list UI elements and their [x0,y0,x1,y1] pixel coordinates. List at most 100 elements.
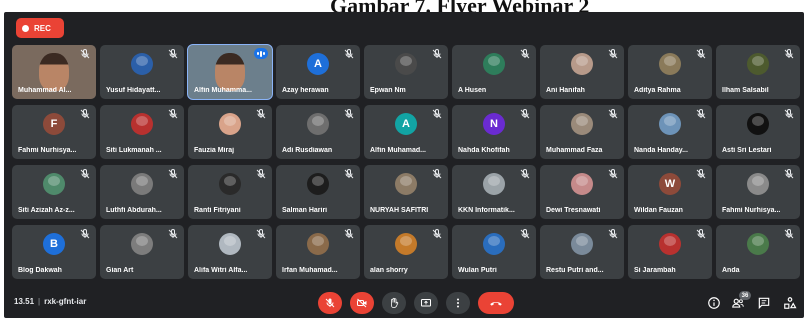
participant-tile[interactable]: Ilham Salsabil [716,45,800,99]
mic-off-icon [324,297,336,309]
participant-name: Fauzia Miraj [194,147,235,154]
participant-tile[interactable]: Si Jarambah [628,225,712,279]
participant-tile[interactable]: Anda [716,225,800,279]
participant-avatar [483,173,505,195]
participant-tile[interactable]: Luthfi Abdurah... [100,165,184,219]
participant-avatar [571,233,593,255]
record-dot-icon [22,24,29,32]
participant-tile[interactable]: alan shorry [364,225,448,279]
participant-name: Gian Art [106,267,134,274]
recording-indicator: REC [16,18,64,38]
activities-icon [783,296,797,310]
participant-tile[interactable]: NURYAH SAFITRI [364,165,448,219]
participant-name: alan shorry [370,267,408,274]
more-vert-icon [452,297,464,309]
mic-muted-icon [255,168,267,180]
participant-tile[interactable]: W Wildan Fauzan [628,165,712,219]
mic-muted-icon [167,168,179,180]
participant-tile[interactable]: Siti Azizah Az-z... [12,165,96,219]
participant-name: Nahda Khofifah [458,147,510,154]
mic-toggle-button[interactable] [318,292,342,314]
participant-name: Dewi Tresnawati [546,207,601,214]
recording-label: REC [34,23,51,33]
participant-tile[interactable]: A Alfin Muhamad... [364,105,448,159]
participant-tile[interactable]: Ranti Fitriyani [188,165,272,219]
mic-muted-icon [79,108,91,120]
participant-avatar: B [43,233,65,255]
participant-tile[interactable]: B Blog Dakwah [12,225,96,279]
participant-name: Muhammad Al... [18,87,72,94]
participant-name: Fahmi Nurhisya... [18,147,77,154]
participant-tile[interactable]: Alfin Muhamma... [187,44,273,100]
participant-tile[interactable]: Fahmi Nurhisya... [716,165,800,219]
meeting-time: 13.51 [14,297,35,306]
participant-avatar [659,113,681,135]
participant-avatar [747,233,769,255]
mic-muted-icon [783,168,795,180]
separator: | [38,297,41,306]
participant-tile[interactable]: KKN Informatik... [452,165,536,219]
participant-avatar [747,173,769,195]
participant-avatar [131,233,153,255]
participant-name: NURYAH SAFITRI [370,207,429,214]
activities-button[interactable] [782,295,798,311]
participant-tile[interactable]: Irfan Muhamad... [276,225,360,279]
participant-tile[interactable]: N Nahda Khofifah [452,105,536,159]
speaking-indicator-icon [254,48,268,59]
participant-avatar [131,173,153,195]
participant-tile[interactable]: Epwan Nm [364,45,448,99]
participant-tile[interactable]: Gian Art [100,225,184,279]
participant-tile[interactable]: Dewi Tresnawati [540,165,624,219]
participant-tile[interactable]: A Azay herawan [276,45,360,99]
participant-tile[interactable]: Restu Putri and... [540,225,624,279]
mic-muted-icon [343,108,355,120]
mic-muted-icon [431,108,443,120]
participant-name: Ani Hanifah [546,87,585,94]
participant-tile[interactable]: Fauzia Miraj [188,105,272,159]
participant-tile[interactable]: Muhammad Al... [12,45,96,99]
participant-name: Ilham Salsabil [722,87,769,94]
participant-tile[interactable]: Alifa Witri Alfa... [188,225,272,279]
participant-tile[interactable]: Nanda Handay... [628,105,712,159]
participant-avatar [571,113,593,135]
participant-count-badge: 36 [739,291,751,300]
mic-muted-icon [519,168,531,180]
meeting-info-button[interactable] [706,295,722,311]
present-icon [420,297,432,309]
participant-tile[interactable]: Ani Hanifah [540,45,624,99]
participant-avatar [571,173,593,195]
participant-name: Yusuf Hidayatt... [106,87,161,94]
mic-muted-icon [431,168,443,180]
bottom-toolbar: 13.51 | rxk-gfnt-iar 36 [4,290,804,318]
chat-button[interactable] [756,295,772,311]
participant-tile[interactable]: Asti Sri Lestari [716,105,800,159]
leave-call-button[interactable] [478,292,514,314]
participant-tile[interactable]: F Fahmi Nurhisya... [12,105,96,159]
participant-avatar [219,173,241,195]
participant-tile[interactable]: Yusuf Hidayatt... [100,45,184,99]
raise-hand-button[interactable] [382,292,406,314]
participant-tile[interactable]: Adi Rusdiawan [276,105,360,159]
participant-tile[interactable]: Salman Hariri [276,165,360,219]
meeting-details[interactable]: 13.51 | rxk-gfnt-iar [14,297,86,306]
participant-tile[interactable]: Wulan Putri [452,225,536,279]
more-options-button[interactable] [446,292,470,314]
participant-name: Luthfi Abdurah... [106,207,162,214]
participant-avatar [131,53,153,75]
participant-tile[interactable]: Aditya Rahma [628,45,712,99]
participant-avatar: A [395,113,417,135]
participant-tile[interactable]: A Husen [452,45,536,99]
meet-window: REC Muhammad Al... Yusuf Hidayatt... Alfin… [4,12,804,318]
camera-toggle-button[interactable] [350,292,374,314]
participant-tile[interactable]: Muhammad Faza [540,105,624,159]
participant-name: Blog Dakwah [18,267,62,274]
mic-muted-icon [167,48,179,60]
participant-avatar: A [307,53,329,75]
present-screen-button[interactable] [414,292,438,314]
mic-muted-icon [607,48,619,60]
participant-name: Siti Azizah Az-z... [18,207,75,214]
participant-name: Irfan Muhamad... [282,267,338,274]
participant-name: Alifa Witri Alfa... [194,267,248,274]
participant-tile[interactable]: Siti Lukmanah ... [100,105,184,159]
mic-muted-icon [607,108,619,120]
